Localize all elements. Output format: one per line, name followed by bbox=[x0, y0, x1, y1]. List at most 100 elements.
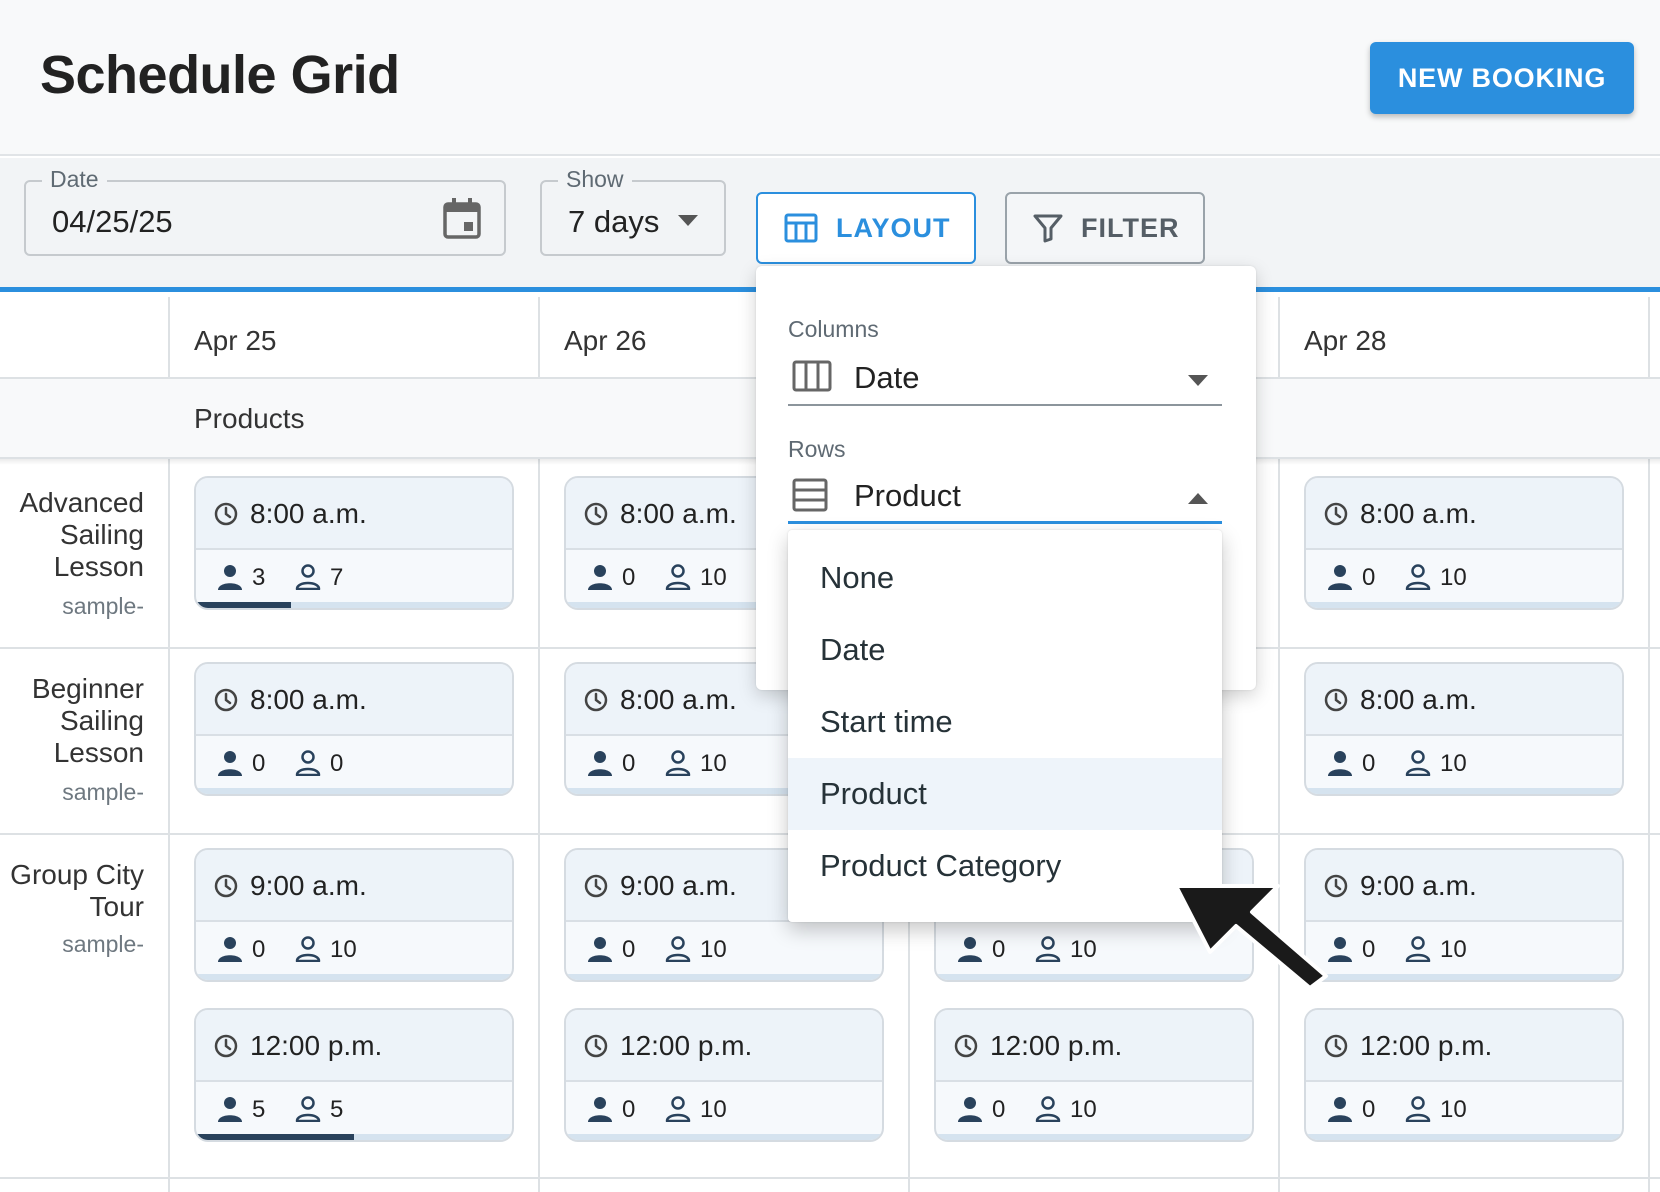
available-count: 10 bbox=[1440, 564, 1467, 591]
row-label-product: Beginner Sailing Lesson bbox=[31, 673, 144, 768]
columns-select-value: Date bbox=[854, 360, 920, 395]
time-slot-capacity: 0 10 bbox=[1306, 1082, 1622, 1138]
time-slot-time: 8:00 a.m. bbox=[620, 498, 737, 529]
booked-count: 0 bbox=[252, 936, 266, 963]
person-filled-icon bbox=[1326, 750, 1354, 781]
person-filled-icon bbox=[586, 564, 614, 595]
menu-item-product-category[interactable]: Product Category bbox=[788, 830, 1222, 902]
menu-item-product[interactable]: Product bbox=[788, 758, 1222, 830]
time-slot-time: 9:00 a.m. bbox=[620, 870, 737, 901]
clock-icon bbox=[584, 1034, 608, 1063]
available-count: 10 bbox=[330, 936, 357, 963]
calendar-icon[interactable] bbox=[442, 198, 482, 245]
available-count: 10 bbox=[1440, 1096, 1467, 1123]
available-count: 10 bbox=[700, 564, 727, 591]
show-days-select[interactable]: Show 7 days bbox=[540, 166, 726, 256]
time-slot-header: 9:00 a.m. bbox=[196, 850, 512, 922]
available-count: 5 bbox=[330, 1096, 344, 1123]
page-header: Schedule Grid NEW BOOKING bbox=[0, 0, 1660, 156]
clock-icon bbox=[584, 502, 608, 531]
person-outline-icon bbox=[1404, 750, 1432, 781]
column-header-date: Apr 28 bbox=[1304, 325, 1387, 356]
time-slot-capacity: 00 bbox=[196, 736, 512, 792]
rows-dropdown-menu: None Date Start time Product Product Cat… bbox=[788, 530, 1222, 922]
time-slot-card[interactable]: 9:00 a.m. 0 10 bbox=[1304, 848, 1624, 982]
booked-count: 0 bbox=[1362, 936, 1376, 963]
time-slot-card[interactable]: 9:00 a.m. 0 10 bbox=[194, 848, 514, 982]
page-title: Schedule Grid bbox=[40, 45, 400, 105]
booked-count: 0 bbox=[1362, 1096, 1376, 1123]
person-outline-icon bbox=[1034, 936, 1062, 967]
date-field-value: 04/25/25 bbox=[52, 204, 173, 239]
time-slot-card[interactable]: 8:00 a.m. 0 10 bbox=[1304, 662, 1624, 796]
clock-icon bbox=[214, 502, 238, 531]
time-slot-card[interactable]: 8:00 a.m. 3 7 bbox=[194, 476, 514, 610]
date-field[interactable]: Date 04/25/25 bbox=[24, 166, 506, 256]
person-filled-icon bbox=[1326, 1096, 1354, 1127]
time-slot-card[interactable]: 12:00 p.m. 0 10 bbox=[1304, 1008, 1624, 1142]
capacity-bar bbox=[1306, 1134, 1622, 1140]
menu-item-start-time[interactable]: Start time bbox=[788, 686, 1222, 758]
time-slot-capacity: 0 10 bbox=[196, 922, 512, 978]
row-sublabel: sample- bbox=[62, 779, 144, 805]
row-sublabel: sample- bbox=[62, 593, 144, 619]
person-outline-icon bbox=[1404, 1096, 1432, 1127]
layout-button[interactable]: LAYOUT bbox=[756, 192, 976, 264]
person-filled-icon bbox=[586, 1096, 614, 1127]
person-outline-icon bbox=[1404, 564, 1432, 595]
clock-icon bbox=[584, 688, 608, 717]
time-slot-time: 12:00 p.m. bbox=[990, 1030, 1123, 1061]
person-outline-icon bbox=[1034, 1096, 1062, 1127]
rows-select[interactable]: Product bbox=[788, 468, 1222, 524]
person-filled-icon bbox=[216, 1096, 244, 1127]
time-slot-header: 8:00 a.m. bbox=[196, 478, 512, 550]
person-outline-icon bbox=[1404, 936, 1432, 967]
booked-count: 0 bbox=[992, 1096, 1006, 1123]
booked-count: 0 bbox=[252, 750, 266, 777]
column-header-date: Apr 26 bbox=[564, 325, 647, 356]
clock-icon bbox=[214, 688, 238, 717]
column-header-date: Apr 25 bbox=[194, 325, 277, 356]
menu-item-date[interactable]: Date bbox=[788, 614, 1222, 686]
time-slot-card[interactable]: 12:00 p.m. 0 10 bbox=[934, 1008, 1254, 1142]
clock-icon bbox=[1324, 1034, 1348, 1063]
capacity-bar bbox=[1306, 602, 1622, 608]
time-slot-card[interactable]: 12:00 p.m. 0 10 bbox=[564, 1008, 884, 1142]
available-count: 10 bbox=[1440, 936, 1467, 963]
time-slot-card[interactable]: 8:00 a.m. 0 0 bbox=[194, 662, 514, 796]
date-field-label: Date bbox=[42, 166, 107, 193]
person-outline-icon bbox=[664, 750, 692, 781]
person-outline-icon bbox=[294, 936, 322, 967]
person-filled-icon bbox=[216, 564, 244, 595]
capacity-bar bbox=[196, 788, 512, 794]
available-count: 10 bbox=[1070, 1096, 1097, 1123]
columns-icon bbox=[792, 360, 832, 397]
menu-item-none[interactable]: None bbox=[788, 542, 1222, 614]
time-slot-time: 12:00 p.m. bbox=[1360, 1030, 1493, 1061]
capacity-bar bbox=[196, 1134, 512, 1140]
person-outline-icon bbox=[664, 564, 692, 595]
person-outline-icon bbox=[294, 564, 322, 595]
time-slot-capacity: 0 10 bbox=[566, 922, 882, 978]
row-label-product: Group City Tour bbox=[10, 859, 144, 922]
table-columns-icon bbox=[784, 213, 818, 243]
columns-select[interactable]: Date bbox=[788, 350, 1222, 406]
available-count: 10 bbox=[1070, 936, 1097, 963]
person-outline-icon bbox=[294, 1096, 322, 1127]
person-outline-icon bbox=[294, 750, 322, 781]
available-count: 10 bbox=[700, 1096, 727, 1123]
booked-count: 3 bbox=[252, 564, 266, 591]
time-slot-time: 8:00 a.m. bbox=[1360, 684, 1477, 715]
available-count: 10 bbox=[700, 750, 727, 777]
clock-icon bbox=[214, 1034, 238, 1063]
new-booking-button[interactable]: NEW BOOKING bbox=[1370, 42, 1634, 114]
time-slot-card[interactable]: 8:00 a.m. 0 10 bbox=[1304, 476, 1624, 610]
time-slot-card[interactable]: 12:00 p.m. 5 5 bbox=[194, 1008, 514, 1142]
person-filled-icon bbox=[216, 750, 244, 781]
time-slot-header: 12:00 p.m. bbox=[196, 1010, 512, 1082]
time-slot-time: 8:00 a.m. bbox=[1360, 498, 1477, 529]
filter-button[interactable]: FILTER bbox=[1005, 192, 1205, 264]
filter-button-label: FILTER bbox=[1081, 212, 1180, 243]
booked-count: 0 bbox=[622, 1096, 636, 1123]
clock-icon bbox=[584, 874, 608, 903]
